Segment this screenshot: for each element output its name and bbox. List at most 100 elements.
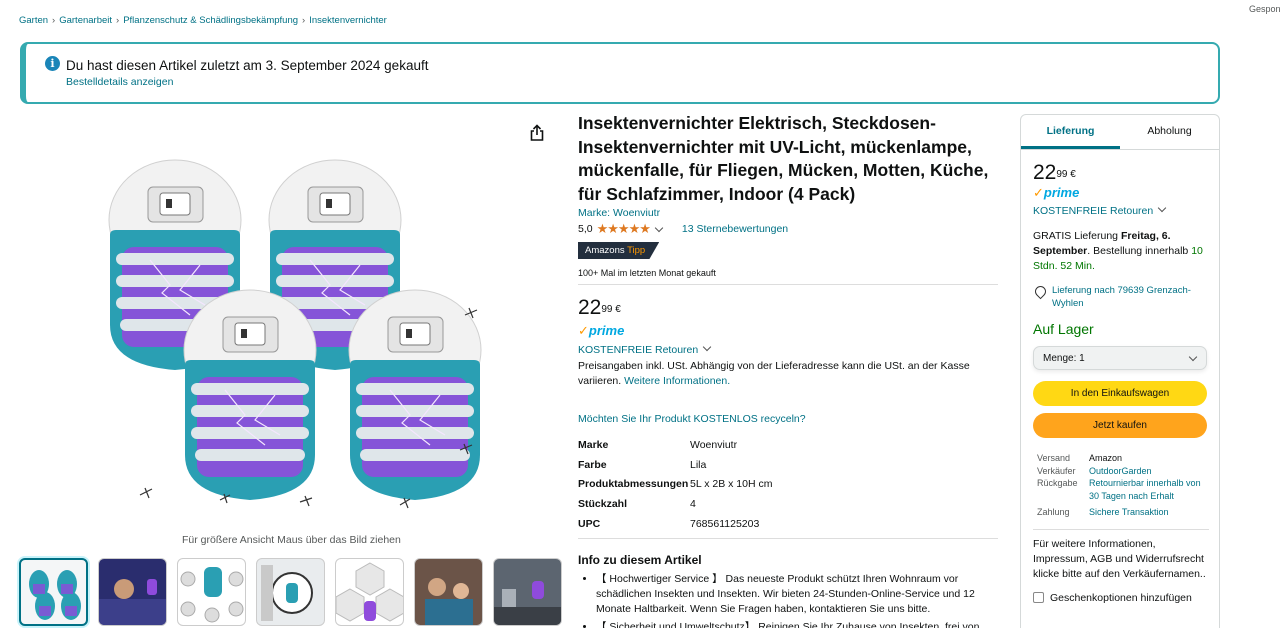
tax-note: Preisangaben inkl. USt. Abhängig von der… <box>578 359 998 389</box>
spec-key: Stückzahl <box>578 498 628 511</box>
info-icon: i <box>45 56 60 71</box>
delivery-location[interactable]: Lieferung nach 79639 Grenzach-Wyhlen <box>1032 283 1207 310</box>
info-key: Versand <box>1037 453 1071 463</box>
info-key: Verkäufer <box>1037 465 1076 476</box>
thumbnail-5[interactable] <box>335 558 404 626</box>
rating-row: 5,0 ★★★★★ 13 Sternebewertungen <box>578 221 998 237</box>
gift-checkbox[interactable] <box>1033 592 1044 603</box>
breadcrumb: Garten › Gartenarbeit › Pflanzenschutz & Sch… <box>19 15 387 26</box>
spec-row: Stückzahl 4 <box>578 494 998 514</box>
thumbnail-6[interactable] <box>414 558 483 626</box>
seller-info-table: Versand Amazon Verkäufer OutdoorGarden Rüc… <box>1033 452 1207 519</box>
recycle-link[interactable]: Möchten Sie Ihr Produkt KOSTENLOS recyce… <box>578 413 806 425</box>
buy-now-button[interactable]: Jetzt kaufen <box>1033 413 1207 438</box>
thumbnail-3[interactable] <box>177 558 246 626</box>
prime-check-icon: ✓ <box>578 323 589 338</box>
spec-table: Marke Woenviutr Farbe Lila Produktabmessun… <box>578 435 998 534</box>
info-row: Rückgabe Retournierbar innerhalb von 30 T… <box>1037 477 1207 502</box>
price-currency: € <box>615 304 621 315</box>
price-fraction: 99 <box>601 304 613 315</box>
stock-status: Auf Lager <box>1033 321 1094 337</box>
spec-value: 768561125203 <box>690 518 760 531</box>
thumbnail-1[interactable] <box>19 558 88 626</box>
location-pin-icon <box>1032 283 1049 300</box>
product-main-image[interactable] <box>100 150 500 525</box>
spec-row: Marke Woenviutr <box>578 435 998 455</box>
brand-link[interactable]: Marke: Woenviutr <box>578 207 660 219</box>
info-value: Amazon <box>1089 453 1123 463</box>
free-returns-link[interactable]: KOSTENFREIE Retouren <box>1033 205 1153 217</box>
ratings-count-link[interactable]: 13 Sternebewertungen <box>682 223 788 235</box>
spec-value: 4 <box>690 498 696 511</box>
info-row: Versand Amazon <box>1037 452 1207 465</box>
add-to-cart-button[interactable]: In den Einkaufswagen <box>1033 381 1207 406</box>
share-icon[interactable] <box>528 124 546 142</box>
badge-main: Amazons <box>585 245 625 256</box>
seller-legal-info: Für weitere Informationen, Impressum, AG… <box>1033 537 1206 580</box>
bought-count: 100+ Mal im letzten Monat gekauft <box>578 268 716 278</box>
breadcrumb-separator: › <box>52 15 56 26</box>
tab-delivery[interactable]: Lieferung <box>1021 115 1120 149</box>
breadcrumb-item-gartenarbeit[interactable]: Gartenarbeit <box>59 15 112 26</box>
delivery-info: GRATIS Lieferung Freitag, 6. September. … <box>1033 229 1207 274</box>
gift-option[interactable]: Geschenkoptionen hinzufügen <box>1033 592 1207 604</box>
price-currency: € <box>1070 169 1076 180</box>
star-rating-icon[interactable]: ★★★★★ <box>597 221 651 237</box>
more-info-link[interactable]: Weitere Informationen. <box>624 375 730 387</box>
amazons-tipp-badge: Amazons Tipp <box>578 242 660 259</box>
breadcrumb-item-insektenvernichter[interactable]: Insektenvernichter <box>309 15 387 26</box>
product-title: Insektenvernichter Elektrisch, Steckdose… <box>578 113 989 204</box>
spec-key: Farbe <box>578 458 607 471</box>
prime-logo: ✓prime <box>578 323 998 339</box>
breadcrumb-item-garten[interactable]: Garten <box>19 15 48 26</box>
gift-option-label[interactable]: Geschenkoptionen hinzufügen <box>1050 592 1192 604</box>
price-whole: 22 <box>578 296 602 319</box>
chevron-down-icon[interactable] <box>702 342 712 352</box>
tab-pickup[interactable]: Abholung <box>1120 115 1219 149</box>
rating-value: 5,0 <box>578 223 593 235</box>
returns-link[interactable]: Retournierbar innerhalb von 30 Tagen nac… <box>1089 477 1207 502</box>
delivery-location-text[interactable]: Lieferung nach 79639 Grenzach-Wyhlen <box>1052 284 1207 310</box>
divider <box>578 537 998 539</box>
spec-row: Produktabmessungen 5L x 2B x 10H cm <box>578 475 998 495</box>
spec-row: UPC 768561125203 <box>578 514 998 534</box>
thumbnail-7[interactable] <box>493 558 562 626</box>
product-info: Insektenvernichter Elektrisch, Steckdose… <box>578 112 998 628</box>
payment-link[interactable]: Sichere Transaktion <box>1089 506 1169 519</box>
breadcrumb-item-pflanzenschutz[interactable]: Pflanzenschutz & Schädlingsbekämpfung <box>123 15 298 26</box>
price-fraction: 99 <box>1056 169 1068 180</box>
thumbnail-4[interactable] <box>256 558 325 626</box>
quantity-select[interactable]: Menge: 1 <box>1033 346 1207 370</box>
info-row: Zahlung Sichere Transaktion <box>1037 506 1207 519</box>
spec-value: 5L x 2B x 10H cm <box>690 478 773 491</box>
chevron-down-icon[interactable] <box>1157 203 1167 213</box>
buy-box: Lieferung Abholung 2299 € ✓prime KOSTENF… <box>1020 114 1220 628</box>
spec-row: Farbe Lila <box>578 455 998 475</box>
sponsored-label: Gespons <box>1249 4 1280 14</box>
notice-title: Du hast diesen Artikel zuletzt am 3. Sep… <box>66 58 429 73</box>
seller-link[interactable]: OutdoorGarden <box>1089 465 1152 478</box>
feature-bullets: 【 Hochwertiger Service 】 Das neueste Pro… <box>578 572 998 628</box>
info-row: Verkäufer OutdoorGarden <box>1037 465 1207 478</box>
prime-check-icon: ✓ <box>1033 185 1044 200</box>
about-title: Info zu diesem Artikel <box>578 552 702 567</box>
spec-key: Produktabmessungen <box>578 478 689 491</box>
spec-key: Marke <box>578 438 609 451</box>
free-returns-link[interactable]: KOSTENFREIE Retouren <box>578 344 698 356</box>
zoom-hint: Für größere Ansicht Maus über das Bild z… <box>182 534 401 546</box>
delivery-mid: . Bestellung innerhalb <box>1087 245 1189 257</box>
prime-label: prime <box>1043 185 1080 200</box>
purchase-notice: i Du hast diesen Artikel zuletzt am 3. S… <box>20 42 1220 104</box>
thumbnail-2[interactable] <box>98 558 167 626</box>
divider <box>1033 528 1209 530</box>
order-details-link[interactable]: Bestelldetails anzeigen <box>66 76 173 88</box>
delivery-tabs: Lieferung Abholung <box>1021 115 1219 150</box>
spec-value: Lila <box>690 458 707 471</box>
info-key: Zahlung <box>1037 507 1070 517</box>
delivery-prefix: GRATIS Lieferung <box>1033 230 1119 242</box>
buybox-price: 2299 € <box>1033 162 1207 184</box>
feature-bullet: 【 Hochwertiger Service 】 Das neueste Pro… <box>596 572 998 617</box>
chevron-down-icon[interactable] <box>654 223 664 232</box>
qty-label: Menge: <box>1043 352 1077 364</box>
divider <box>578 284 998 285</box>
